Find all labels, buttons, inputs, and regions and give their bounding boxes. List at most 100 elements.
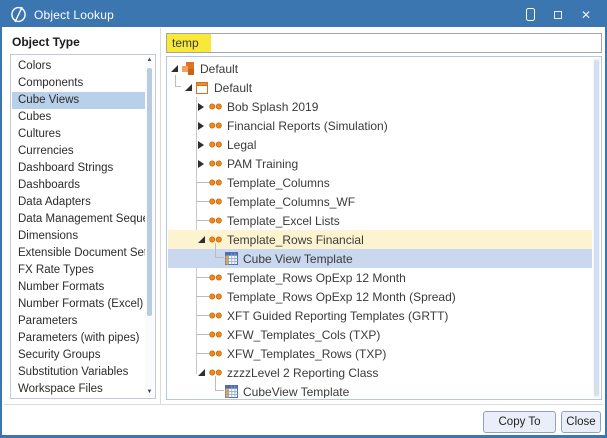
list-item[interactable]: FX Rate Types [12,262,145,279]
tree-row-label: Template_Excel Lists [226,214,340,228]
dots-icon [209,331,222,338]
search-text: temp [167,34,211,52]
dots-icon [209,236,222,243]
group-icon [182,62,195,75]
dots-icon [209,122,222,129]
list-item[interactable]: Dashboard Strings [12,160,145,177]
tree-row-label: zzzzLevel 2 Reporting Class [226,366,378,380]
tree-connector [215,243,224,258]
list-item[interactable]: Number Formats [12,279,145,296]
scrollbar-thumb[interactable] [594,60,599,396]
tree-row[interactable]: Template_Excel Lists [168,211,592,230]
grid-icon [225,385,238,398]
dots-icon [209,312,222,319]
expander-expanded-icon[interactable] [198,236,209,243]
tree-row[interactable]: PAM Training [168,154,592,173]
object-tree: Default Default Bob Splash 2019Financial R… [168,59,592,398]
list-item[interactable]: Substitution Variables [12,364,145,381]
tree-connector [196,334,209,335]
window-title: Object Lookup [34,8,114,22]
tree-row[interactable]: Template_Rows OpExp 12 Month [168,268,592,287]
window-icon [196,82,209,94]
list-item[interactable]: Parameters [12,313,145,330]
tree-row[interactable]: Cube View Template [168,249,592,268]
list-item[interactable]: Workspace Files [12,381,145,395]
tree-row-label: Default [213,81,252,95]
tree-row[interactable]: zzzzLevel 2 Reporting Class [168,363,592,382]
tree-row[interactable]: Default [168,78,592,97]
tree-connector [215,376,224,391]
object-type-scrollbar[interactable]: ▲ ▼ [145,56,154,397]
list-item[interactable]: Parameters (with pipes) [12,330,145,347]
scroll-down-icon[interactable]: ▼ [145,388,154,397]
list-item[interactable]: Cultures [12,126,145,143]
list-item[interactable]: Data Adapters [12,194,145,211]
dots-icon [209,350,222,357]
tree-row[interactable]: Template_Columns_WF [168,192,592,211]
close-button[interactable]: Close [561,411,601,433]
panel-divider [160,28,161,405]
object-type-list: ColorsComponentsCube ViewsCubesCulturesC… [12,58,145,395]
tree-row-label: Template_Rows OpExp 12 Month (Spread) [226,290,456,304]
tree-row-label: XFW_Templates_Cols (TXP) [226,328,380,342]
onestream-logo-icon [10,6,27,23]
tree-row[interactable]: XFT Guided Reporting Templates (GRTT) [168,306,592,325]
tree-row-label: Template_Columns [226,176,330,190]
list-item[interactable]: Components [12,75,145,92]
tree-row-label: CubeView Template [242,385,349,399]
scrollbar-thumb[interactable] [147,68,152,316]
list-item[interactable]: Currencies [12,143,145,160]
tree-row[interactable]: Legal [168,135,592,154]
pin-icon[interactable] [523,7,537,23]
object-type-header: Object Type [12,35,80,49]
tree-row[interactable]: Template_Rows Financial [168,230,592,249]
tree-row[interactable]: Template_Rows OpExp 12 Month (Spread) [168,287,592,306]
dots-icon [209,369,222,376]
window-controls: ✕ [523,7,605,23]
list-item[interactable]: Cube Views [12,92,145,109]
tree-row[interactable]: XFW_Templates_Rows (TXP) [168,344,592,363]
expander-collapsed-icon[interactable] [198,122,209,130]
dots-icon [209,293,222,300]
list-item[interactable]: Data Management Sequences [12,211,145,228]
copy-to-clipboard-button[interactable]: Copy To Clipboard [483,411,556,433]
expander-collapsed-icon[interactable] [198,141,209,149]
expander-collapsed-icon[interactable] [198,160,209,168]
close-icon[interactable]: ✕ [579,7,593,23]
tree-connector [196,277,209,278]
list-item[interactable]: Security Groups [12,347,145,364]
tree-connector [196,315,209,316]
list-item[interactable]: Extensible Document Settings [12,245,145,262]
grid-icon [225,252,238,265]
expander-collapsed-icon[interactable] [198,103,209,111]
dots-icon [209,179,222,186]
object-tree-box: Default Default Bob Splash 2019Financial R… [166,56,602,400]
list-item[interactable]: Dashboards [12,177,145,194]
tree-row[interactable]: XFW_Templates_Cols (TXP) [168,325,592,344]
list-item[interactable]: Colors [12,58,145,75]
tree-row-label: Legal [226,138,256,152]
tree-row-label: Template_Rows OpExp 12 Month [226,271,406,285]
tree-row-label: XFW_Templates_Rows (TXP) [226,347,386,361]
maximize-icon[interactable] [551,7,565,23]
expander-expanded-icon[interactable] [171,65,182,72]
list-item[interactable]: Dimensions [12,228,145,245]
dots-icon [209,141,222,148]
tree-row[interactable]: Default [168,59,592,78]
tree-connector [196,201,209,202]
tree-connector [196,296,209,297]
tree-scrollbar[interactable] [593,58,600,398]
tree-row[interactable]: Bob Splash 2019 [168,97,592,116]
tree-connector [196,220,209,221]
scroll-up-icon[interactable]: ▲ [145,56,154,65]
expander-expanded-icon[interactable] [198,369,209,376]
list-item[interactable]: Number Formats (Excel) [12,296,145,313]
tree-row[interactable]: Template_Columns [168,173,592,192]
tree-row[interactable]: CubeView Template [168,382,592,398]
list-item[interactable]: Cubes [12,109,145,126]
search-input[interactable]: temp [166,33,602,53]
expander-expanded-icon[interactable] [185,84,196,91]
tree-row-label: Default [199,62,238,76]
tree-row[interactable]: Financial Reports (Simulation) [168,116,592,135]
titlebar: Object Lookup ✕ [2,2,605,27]
